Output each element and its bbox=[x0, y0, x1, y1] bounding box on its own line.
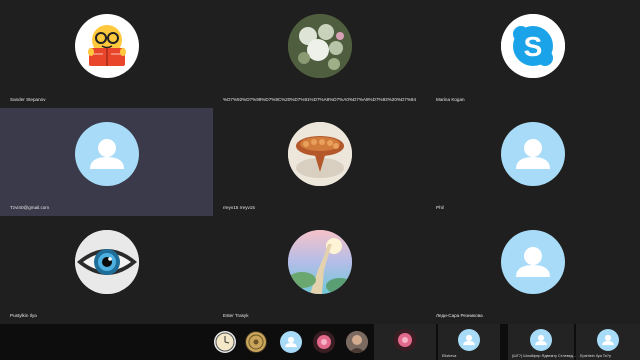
participant-name: Phil bbox=[436, 205, 444, 210]
default-person-avatar bbox=[458, 329, 480, 351]
challah-photo-avatar bbox=[287, 122, 352, 186]
nerd-reading-emoji-avatar bbox=[74, 14, 139, 78]
participant-tile[interactable]: rreyv15 rreyv15 bbox=[213, 108, 426, 216]
participant-strip: Elisheva (ШГ?) Шлойфер Ядвемту Стлевед..… bbox=[0, 324, 640, 360]
participant-grid: Sander Stepanov %D7%92%D7%99%D7%9C%20%D7… bbox=[0, 0, 640, 324]
participant-name: rreyv15 rreyv15 bbox=[223, 205, 255, 210]
strip-participant-name: Epshtein Ilya Ta?p bbox=[580, 354, 611, 358]
pink-flower-photo-avatar[interactable] bbox=[313, 331, 335, 353]
participant-tile[interactable]: %D7%92%D7%99%D7%9C%20%D7%91%D7%A8%D7%A0%… bbox=[213, 0, 426, 108]
pink-flower-photo-avatar bbox=[394, 329, 416, 351]
default-person-avatar bbox=[530, 329, 552, 351]
participant-name: Tzvi40@gmail.com bbox=[10, 205, 50, 210]
default-person-avatar bbox=[501, 122, 565, 186]
participant-name: Sander Stepanov bbox=[10, 97, 46, 102]
participant-name: Ester Trasyk bbox=[223, 313, 249, 318]
participant-tile[interactable]: Леди-Сара Резникова bbox=[426, 216, 640, 324]
portrait-photo-avatar[interactable] bbox=[346, 331, 368, 353]
participant-tile[interactable]: Ester Trasyk bbox=[213, 216, 426, 324]
default-person-avatar bbox=[501, 230, 565, 294]
coin-icon[interactable] bbox=[245, 331, 267, 353]
default-person-avatar bbox=[74, 122, 139, 186]
strip-participant-name: Elisheva bbox=[442, 354, 457, 358]
strip-participant-name: (ШГ?) Шлойфер Ядвемту Стлевед... bbox=[512, 354, 577, 358]
svg-text:S: S bbox=[524, 31, 543, 62]
participant-name: Pustylkin Ilya bbox=[10, 313, 37, 318]
strip-participant-tile[interactable] bbox=[374, 324, 436, 360]
participant-name: Леди-Сара Резникова bbox=[436, 313, 483, 318]
strip-participant-tile[interactable]: Epshtein Ilya Ta?p bbox=[576, 324, 640, 360]
flowers-photo-avatar bbox=[287, 14, 352, 78]
strip-participant-tile[interactable]: (ШГ?) Шлойфер Ядвемту Стлевед... bbox=[508, 324, 577, 360]
stairway-photo-avatar bbox=[287, 230, 352, 294]
default-person-avatar bbox=[597, 329, 619, 351]
participant-tile[interactable]: Sander Stepanov bbox=[0, 0, 213, 108]
participant-tile-active[interactable]: Tzvi40@gmail.com bbox=[0, 108, 213, 216]
participant-tile[interactable]: Pustylkin Ilya bbox=[0, 216, 213, 324]
clock-icon[interactable] bbox=[214, 331, 236, 353]
default-person-avatar[interactable] bbox=[280, 331, 302, 353]
strip-participant-tile[interactable]: Elisheva bbox=[438, 324, 500, 360]
participant-name: Marina Kogan bbox=[436, 97, 465, 102]
eye-photo-avatar bbox=[74, 230, 139, 294]
skype-logo-avatar: S bbox=[501, 14, 565, 78]
participant-tile[interactable]: Phil bbox=[426, 108, 640, 216]
participant-tile[interactable]: S Marina Kogan bbox=[426, 0, 640, 108]
participant-name: %D7%92%D7%99%D7%9C%20%D7%91%D7%A8%D7%A0%… bbox=[223, 97, 417, 102]
